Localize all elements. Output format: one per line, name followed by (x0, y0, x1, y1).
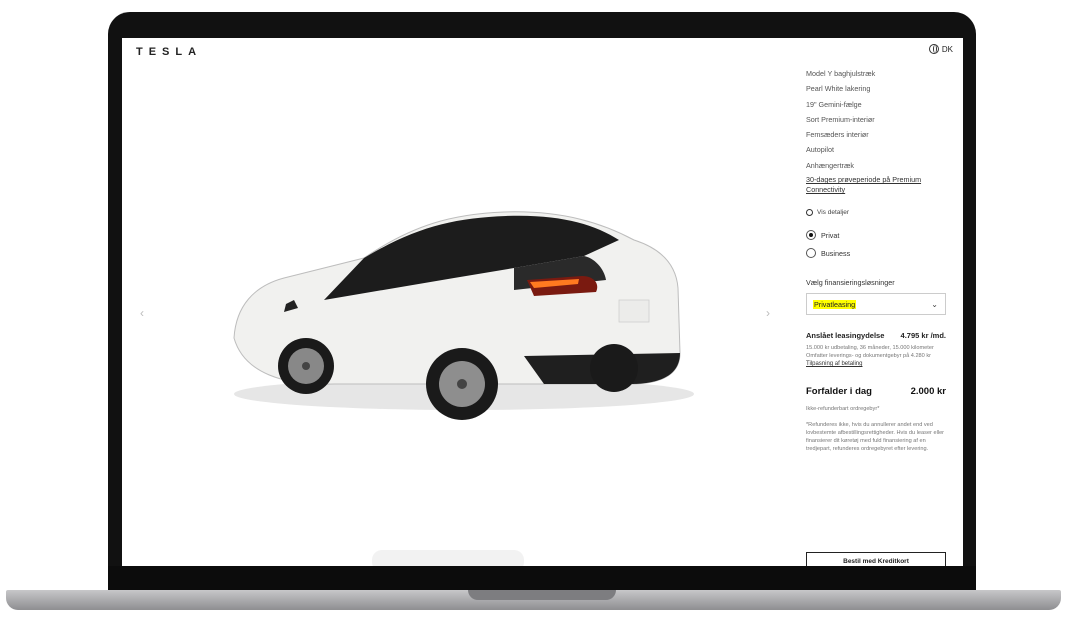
radio-unselected-icon[interactable] (806, 248, 816, 259)
lease-fees: Omfatter leverings- og dokumentgebyr på … (806, 353, 931, 360)
region-label: DK (941, 44, 953, 54)
feature-item: Anhængertræk (806, 160, 854, 170)
feature-item: Sort Premium-interiør (806, 114, 875, 124)
car-image (233, 211, 694, 420)
details-label: Vis detaljer (817, 209, 850, 217)
financing-selected-value: Privatleasing (813, 299, 857, 309)
lease-terms: 15.000 kr udbetaling, 36 måneder, 15.000… (806, 345, 934, 352)
globe-icon (928, 44, 939, 54)
financing-label: Vælg finansieringsløsninger (806, 278, 895, 288)
financing-select[interactable]: Privatleasing ⌄ (806, 293, 946, 316)
tesla-logo[interactable]: TESLA (136, 46, 202, 58)
radio-selected-icon[interactable] (806, 230, 816, 241)
due-today-title: Forfalder i dag (806, 386, 872, 398)
feature-item: Pearl White lakering (806, 84, 871, 94)
browser-screen: TESLA DK ‹ › Model Y baghjulstræk Pearl … (122, 38, 963, 566)
lease-title: Anslået leasingydelse (806, 331, 885, 341)
due-today-amount: 2.000 kr (910, 386, 946, 398)
due-today-row: Forfalder i dag 2.000 kr (806, 386, 946, 397)
premium-connectivity-link[interactable]: 30-dages prøveperiode på Premium Connect… (806, 175, 946, 195)
chevron-down-icon: ⌄ (931, 299, 938, 309)
adjust-payment-link[interactable]: Tilpasning af betaling (806, 360, 946, 368)
previous-image-arrow-icon[interactable]: ‹ (140, 306, 144, 320)
laptop-chin (108, 566, 976, 590)
order-fee-note: Ikke-refunderbart ordregebyr* (806, 406, 880, 413)
order-with-card-button[interactable]: Bestil med Kreditkort (806, 552, 946, 566)
customer-type-business[interactable]: Business (806, 248, 946, 259)
details-toggle[interactable]: Vis detaljer (806, 209, 946, 217)
feature-item: 19" Gemini-fælge (806, 99, 862, 109)
feature-item: Autopilot (806, 145, 834, 155)
laptop-notch (468, 590, 616, 600)
lease-payment-row: Anslået leasingydelse 4.795 kr /md. (806, 331, 946, 340)
view-toggle-pill[interactable] (372, 550, 524, 566)
refund-fineprint: *Refunderes ikke, hvis du annullerer and… (806, 422, 945, 453)
next-image-arrow-icon[interactable]: › (766, 306, 770, 320)
region-selector[interactable]: DK (928, 44, 953, 54)
customer-type-privat[interactable]: Privat (806, 230, 946, 241)
lease-amount: 4.795 kr /md. (900, 331, 946, 341)
radio-label: Privat (821, 230, 840, 240)
feature-item: Model Y baghjulstræk (806, 69, 876, 78)
order-summary-panel: Model Y baghjulstræk Pearl White lakerin… (806, 66, 946, 453)
feature-item: Femsæders interiør (806, 130, 869, 140)
info-icon (806, 209, 813, 217)
radio-label: Business (821, 248, 851, 258)
